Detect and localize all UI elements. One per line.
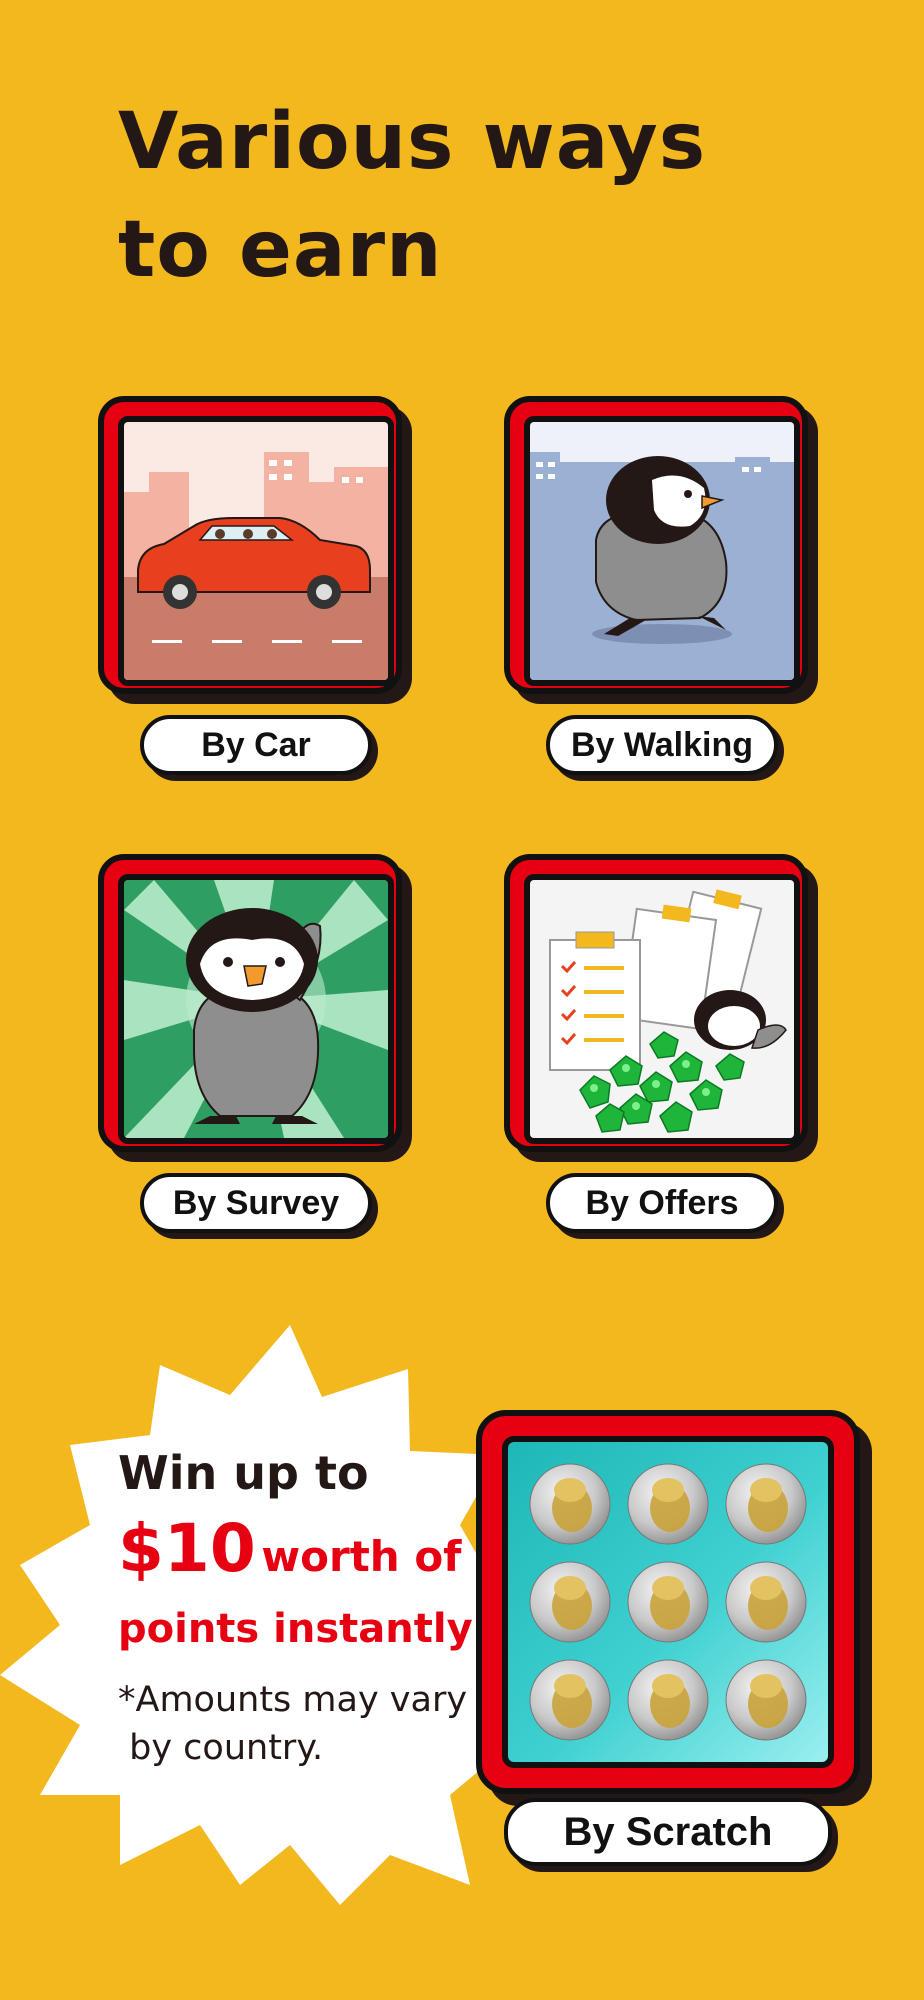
by-offers-label: By Offers bbox=[546, 1173, 778, 1233]
by-survey-label: By Survey bbox=[140, 1173, 372, 1233]
scratch-coin-grid bbox=[529, 1463, 807, 1741]
by-walking-button[interactable]: By Walking bbox=[546, 715, 784, 781]
scratch-coin[interactable] bbox=[627, 1659, 709, 1741]
by-scratch-button[interactable]: By Scratch bbox=[504, 1798, 838, 1872]
by-offers-button[interactable]: By Offers bbox=[546, 1173, 784, 1239]
by-walking-label: By Walking bbox=[546, 715, 778, 775]
car-illustration bbox=[118, 416, 394, 686]
scratch-coins-illustration bbox=[502, 1436, 834, 1768]
scratch-coin[interactable] bbox=[725, 1463, 807, 1545]
walking-penguin-illustration bbox=[524, 416, 800, 686]
car-card[interactable] bbox=[98, 396, 412, 704]
by-survey-button[interactable]: By Survey bbox=[140, 1173, 378, 1239]
promo-text-block: Win up to $10 worth of points instantly!… bbox=[118, 1445, 491, 1772]
scratch-coin[interactable] bbox=[627, 1463, 709, 1545]
by-scratch-label: By Scratch bbox=[504, 1798, 832, 1866]
promo-amount: $10 bbox=[118, 1510, 256, 1587]
promo-amount-suffix: worth of bbox=[261, 1532, 462, 1581]
page-title: Various ways to earn bbox=[118, 88, 706, 304]
survey-card[interactable] bbox=[98, 854, 412, 1162]
scratch-coin[interactable] bbox=[725, 1561, 807, 1643]
scratch-coin[interactable] bbox=[725, 1659, 807, 1741]
promo-note-line-2: by country. bbox=[118, 1728, 324, 1768]
survey-penguin-illustration bbox=[118, 874, 394, 1144]
scratch-coin[interactable] bbox=[529, 1561, 611, 1643]
walking-card[interactable] bbox=[504, 396, 818, 704]
promo-line-1: Win up to bbox=[118, 1446, 369, 1500]
title-line-2: to earn bbox=[118, 205, 443, 295]
promo-line-3: points instantly! bbox=[118, 1606, 491, 1652]
scratch-coin[interactable] bbox=[627, 1561, 709, 1643]
by-car-label: By Car bbox=[140, 715, 372, 775]
title-line-1: Various ways bbox=[118, 97, 707, 187]
scratch-coin[interactable] bbox=[529, 1463, 611, 1545]
by-car-button[interactable]: By Car bbox=[140, 715, 378, 781]
offers-card[interactable] bbox=[504, 854, 818, 1162]
promo-note: *Amounts may vary by country. bbox=[118, 1676, 478, 1772]
scratch-card[interactable] bbox=[476, 1410, 872, 1806]
offers-illustration bbox=[524, 874, 800, 1144]
scratch-coin[interactable] bbox=[529, 1659, 611, 1741]
promo-note-line-1: *Amounts may vary bbox=[118, 1680, 468, 1720]
promo-amount-line: $10 worth of bbox=[118, 1513, 478, 1602]
